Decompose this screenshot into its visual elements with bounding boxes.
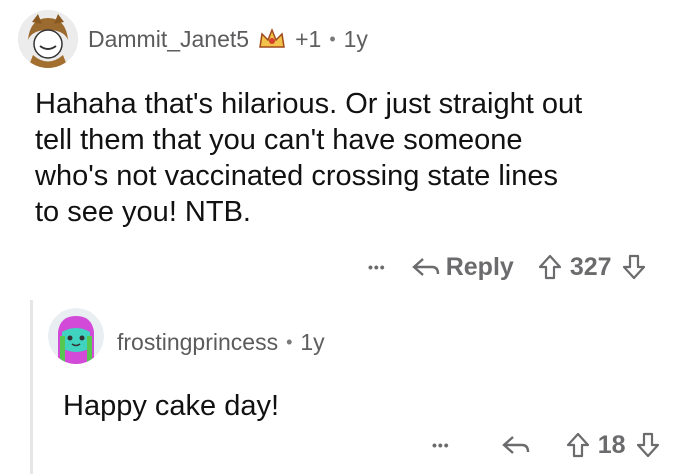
reply-more-options-button[interactable]: ••• <box>432 437 450 453</box>
comment-age: 1y <box>343 25 368 52</box>
vote-score: 327 <box>569 252 612 281</box>
more-options-button[interactable]: ••• <box>368 259 386 275</box>
separator-dot: • <box>286 331 293 352</box>
separator-dot: • <box>329 28 336 49</box>
reply-meta: frostingprincess • 1y <box>117 328 325 356</box>
reply-vote-score: 18 <box>597 430 626 459</box>
reply-arrow-icon[interactable] <box>501 434 530 456</box>
reply-body: Happy cake day! <box>63 390 280 422</box>
reply-age: 1y <box>300 328 325 355</box>
avatar-icon <box>48 308 104 364</box>
upvote-arrow-icon[interactable] <box>538 254 562 280</box>
avatar[interactable] <box>18 10 78 68</box>
comment-body: Hahaha that's hilarious. Or just straigh… <box>35 88 583 228</box>
karma-badge: +1 <box>295 25 322 52</box>
downvote-arrow-icon[interactable] <box>622 254 646 280</box>
reply-actions: ••• 18 <box>432 427 660 463</box>
comment-meta: Dammit_Janet5 +1 • 1y <box>88 24 368 54</box>
username[interactable]: Dammit_Janet5 <box>88 26 249 53</box>
upvote-arrow-icon[interactable] <box>566 432 590 458</box>
reply-arrow-icon[interactable] <box>411 256 440 278</box>
thread-line <box>30 300 33 474</box>
award-crown-icon <box>257 27 287 51</box>
reply-avatar[interactable] <box>48 308 104 364</box>
avatar-icon <box>19 10 77 68</box>
reply-username[interactable]: frostingprincess <box>117 329 278 356</box>
reply-button[interactable]: Reply <box>446 253 514 282</box>
comment-actions: ••• Reply 327 <box>368 249 646 285</box>
downvote-arrow-icon[interactable] <box>636 432 660 458</box>
